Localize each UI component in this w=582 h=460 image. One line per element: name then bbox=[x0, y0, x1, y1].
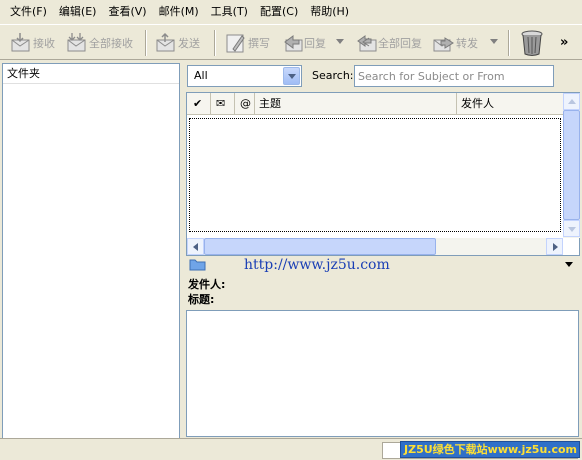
scroll-up-button[interactable] bbox=[563, 93, 580, 110]
menu-config[interactable]: 配置(C) bbox=[254, 0, 304, 24]
site-banner: JZ5U绿色下载站www.jz5u.com bbox=[400, 441, 580, 458]
view-filter-value: All bbox=[194, 69, 208, 82]
preview-pane: 发件人: 标题: bbox=[186, 277, 580, 437]
message-list[interactable]: ✔ ✉ @ 主题 发件人 bbox=[186, 92, 580, 256]
preview-body[interactable] bbox=[186, 310, 579, 437]
reply-icon bbox=[281, 32, 303, 54]
arrow-right-icon bbox=[553, 243, 558, 251]
toolbar-separator bbox=[145, 30, 147, 56]
folder-pane-title: 文件夹 bbox=[3, 64, 179, 84]
message-list-horizontal-scrollbar[interactable] bbox=[187, 238, 563, 255]
menu-edit[interactable]: 编辑(E) bbox=[53, 0, 103, 24]
compose-button[interactable]: 撰写 bbox=[225, 29, 270, 57]
forward-label: 转发 bbox=[456, 37, 478, 50]
receive-all-button[interactable]: 全部接收 bbox=[66, 29, 133, 57]
send-button[interactable]: 发送 bbox=[155, 29, 200, 57]
column-flag[interactable]: ✔ bbox=[187, 93, 211, 115]
preview-subject-label: 标题: bbox=[188, 293, 215, 306]
scroll-right-button[interactable] bbox=[546, 238, 563, 255]
filter-bar: All Search: bbox=[186, 63, 580, 89]
scroll-down-button[interactable] bbox=[563, 220, 580, 237]
reply-all-label: 全部回复 bbox=[378, 37, 422, 50]
reply-all-icon bbox=[355, 32, 377, 54]
toolbar-separator bbox=[508, 30, 510, 56]
compose-label: 撰写 bbox=[248, 37, 270, 50]
message-list-body[interactable] bbox=[189, 118, 561, 232]
message-list-header: ✔ ✉ @ 主题 发件人 bbox=[187, 93, 563, 115]
reply-dropdown-icon[interactable] bbox=[336, 39, 344, 44]
menu-bar: 文件(F) 编辑(E) 查看(V) 邮件(M) 工具(T) 配置(C) 帮助(H… bbox=[0, 0, 582, 24]
forward-dropdown-icon[interactable] bbox=[490, 39, 498, 44]
receive-all-label: 全部接收 bbox=[89, 37, 133, 50]
arrow-down-icon bbox=[568, 227, 576, 232]
preview-from-label: 发件人: bbox=[188, 278, 226, 291]
delete-button[interactable] bbox=[519, 29, 546, 57]
folder-icon[interactable] bbox=[189, 258, 207, 274]
trash-icon bbox=[519, 29, 545, 57]
menu-tools[interactable]: 工具(T) bbox=[205, 0, 254, 24]
column-read-status[interactable]: ✉ bbox=[211, 93, 235, 115]
vertical-scroll-thumb[interactable] bbox=[563, 110, 580, 220]
pane-menu-dropdown-icon[interactable] bbox=[565, 262, 573, 267]
compose-icon bbox=[225, 32, 247, 54]
view-filter-select[interactable]: All bbox=[187, 65, 302, 87]
folder-pane[interactable]: 文件夹 bbox=[2, 63, 180, 439]
send-icon bbox=[155, 32, 177, 54]
receive-all-icon bbox=[66, 32, 88, 54]
send-label: 发送 bbox=[178, 37, 200, 50]
scroll-left-button[interactable] bbox=[187, 238, 204, 255]
forward-button[interactable]: 转发 bbox=[433, 29, 478, 57]
reply-all-button[interactable]: 全部回复 bbox=[355, 29, 422, 57]
receive-icon bbox=[10, 32, 32, 54]
toolbar-overflow-button[interactable]: » bbox=[560, 35, 568, 50]
search-label: Search: bbox=[312, 69, 354, 82]
chevron-down-icon[interactable] bbox=[283, 67, 300, 85]
receive-label: 接收 bbox=[33, 37, 55, 50]
column-sender[interactable]: 发件人 bbox=[457, 93, 563, 115]
reply-label: 回复 bbox=[304, 37, 326, 50]
column-subject[interactable]: 主题 bbox=[255, 93, 457, 115]
column-attachment[interactable]: @ bbox=[235, 93, 255, 115]
toolbar: 接收 全部接收 发送 撰写 回复 全部回复 转发 » bbox=[0, 24, 582, 60]
receive-button[interactable]: 接收 bbox=[10, 29, 55, 57]
search-input[interactable] bbox=[354, 65, 554, 87]
arrow-left-icon bbox=[193, 243, 198, 251]
arrow-up-icon bbox=[568, 99, 576, 104]
forward-icon bbox=[433, 32, 455, 54]
menu-mail[interactable]: 邮件(M) bbox=[153, 0, 205, 24]
reply-button[interactable]: 回复 bbox=[281, 29, 326, 57]
menu-file[interactable]: 文件(F) bbox=[4, 0, 53, 24]
toolbar-separator bbox=[214, 30, 216, 56]
message-list-vertical-scrollbar[interactable] bbox=[563, 93, 580, 238]
watermark-url: http://www.jz5u.com bbox=[244, 257, 390, 273]
horizontal-scroll-thumb[interactable] bbox=[204, 238, 436, 255]
menu-help[interactable]: 帮助(H) bbox=[304, 0, 355, 24]
menu-view[interactable]: 查看(V) bbox=[102, 0, 152, 24]
